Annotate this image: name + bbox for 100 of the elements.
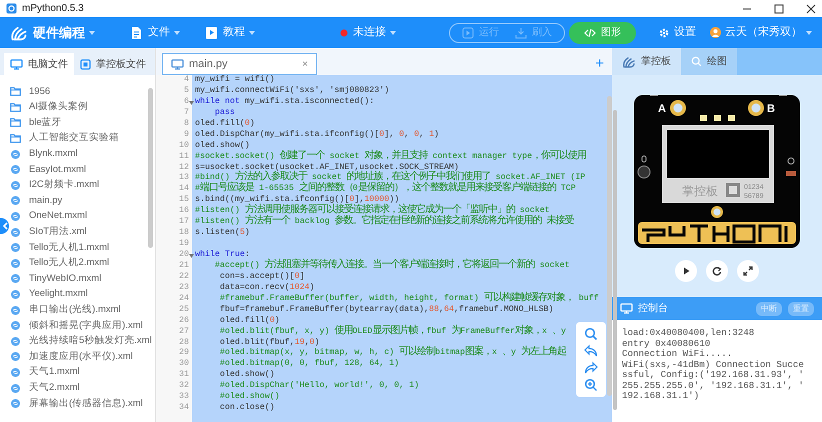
folder-icon — [10, 102, 21, 112]
file-type-icon — [11, 352, 20, 362]
add-tab-button[interactable]: + — [591, 53, 608, 76]
line-number: 8 — [184, 118, 189, 128]
line-number: 32 — [179, 381, 189, 390]
search-icon[interactable] — [584, 327, 598, 341]
file-list-item[interactable]: OneNet.mxml — [10, 208, 88, 224]
gear-icon — [658, 26, 670, 38]
collapse-button[interactable] — [0, 218, 9, 234]
file-list-item[interactable]: Blynk.mxml — [10, 146, 78, 162]
file-type-icon — [11, 290, 20, 300]
monitor-icon — [171, 58, 184, 70]
close-icon[interactable] — [806, 4, 816, 14]
file-list-item[interactable]: 天气2.mxml — [10, 380, 80, 396]
file-type-icon — [11, 258, 20, 268]
console-line: WiFi(sxs,-41dBm) Connection Succe — [622, 360, 805, 370]
file-list-item[interactable]: SIoT用法.xml — [10, 224, 86, 240]
code-line: #oled.DispChar('Hello, world!', 0, 0, 1) — [218, 381, 420, 392]
line-number: 26 — [179, 316, 189, 325]
app-icon — [6, 3, 17, 14]
console-line: entry 0x40080610 — [622, 338, 712, 349]
line-number: 30 — [179, 359, 189, 368]
file-type-icon — [11, 336, 20, 346]
code-line: while True: — [195, 250, 250, 261]
file-list-item[interactable]: 人工智能交互实验箱 — [10, 130, 119, 146]
file-list-item[interactable]: main.py — [10, 193, 62, 209]
console-title: 控制台 — [638, 302, 668, 316]
file-list-item[interactable]: 屏幕输出(传感器信息).xml — [10, 396, 143, 412]
code-line: #framebuf.FrameBuffer(buffer, width, height, format) 可以构建帧缓存对象， buff — [218, 294, 599, 305]
file-list-item[interactable]: Yeelight.mxml — [10, 286, 88, 302]
file-list-item[interactable]: Tello无人机2.mxml — [10, 256, 110, 272]
scrollbar[interactable] — [613, 110, 617, 410]
code-icon — [584, 26, 596, 38]
panel-tab[interactable]: 掌控板 — [612, 48, 681, 75]
panel-tab[interactable]: 电脑文件 — [4, 53, 74, 75]
code-line: #oled.blit(fbuf, x, y) 使用OLED显示图片帧，fbuf 为FrameBuffer对象，x 、y — [218, 326, 566, 338]
console-line: 192.168.31.1') — [622, 391, 700, 402]
line-number: 22 — [179, 272, 189, 281]
fullscreen-button[interactable] — [737, 260, 759, 282]
file-list-item[interactable]: I2C射频卡.mxml — [10, 178, 100, 194]
file-type-icon — [11, 274, 20, 284]
editor-tab[interactable]: main.py × — [162, 53, 317, 75]
file-list-item[interactable]: EasyIot.mxml — [10, 162, 86, 178]
caret-icon — [89, 30, 95, 34]
file-list-item[interactable]: 1956 — [10, 84, 50, 100]
file-list-item[interactable]: AI摄像头案例 — [10, 100, 88, 116]
maximize-icon[interactable] — [774, 4, 784, 14]
code-line: oled.blit(fbuf,19,0) — [218, 338, 320, 348]
file-list-item[interactable]: 天气1.mxml — [10, 364, 80, 380]
line-number: 16 — [179, 206, 189, 216]
undo-icon[interactable] — [584, 344, 598, 358]
zoom-in-icon[interactable] — [584, 378, 598, 392]
scrollbar[interactable] — [148, 88, 153, 248]
download-icon — [515, 26, 527, 38]
file-list-item[interactable]: ble蓝牙 — [10, 115, 62, 131]
redo-icon[interactable] — [584, 361, 598, 375]
reset-button[interactable] — [706, 260, 728, 282]
caret-icon — [174, 30, 180, 34]
line-number: 15 — [179, 195, 189, 204]
connection-menu[interactable]: 未连接 — [340, 24, 396, 41]
file-type-icon — [11, 306, 20, 315]
file-list-item[interactable]: 光线持续暗5秒触发灯亮.xml — [10, 334, 152, 350]
monitor-icon — [620, 303, 633, 314]
file-list-item[interactable]: Tello无人机1.mxml — [10, 240, 110, 256]
fold-arrow-icon[interactable] — [189, 254, 194, 258]
app-brand: 硬件编程 — [33, 24, 85, 42]
scrollbar[interactable] — [607, 96, 612, 396]
code-line: oled.show() — [218, 370, 275, 381]
line-number: 21 — [179, 260, 189, 270]
code-line: #端口号应该是 1-65535 之间的整数（0是保留的），这个整数就是用来接受客户端链接的 TCP — [195, 184, 576, 195]
code-line: oled.fill(0) — [218, 316, 280, 327]
code-line: s.bind((my_wifi.sta.ifconfig()[0],10000)) — [195, 195, 400, 204]
panel-tab[interactable]: 绘图 — [681, 48, 737, 75]
play-icon — [462, 26, 474, 38]
user-menu[interactable]: 云天（宋秀双） — [710, 24, 812, 41]
line-number: 19 — [179, 239, 189, 248]
line-number: 25 — [179, 304, 189, 314]
file-list-item[interactable]: 倾斜和摇晃(字典应用).xml — [10, 318, 143, 334]
fold-arrow-icon[interactable] — [189, 100, 194, 105]
file-type-icon — [11, 321, 20, 330]
board-logo-text: 掌控板 — [682, 184, 718, 198]
file-type-icon — [11, 150, 20, 159]
code-line: con=s.accept()[0] — [218, 272, 305, 283]
panel-tab[interactable]: 掌控板文件 — [74, 53, 152, 75]
code-line: my_wifi = wifi() — [195, 75, 275, 86]
line-number: 29 — [179, 348, 189, 358]
file-list-item[interactable]: 串口输出(光线).mxml — [10, 302, 121, 318]
line-number: 24 — [179, 294, 189, 303]
menu-item[interactable]: 文件 — [130, 24, 180, 41]
line-number: 5 — [184, 86, 189, 95]
close-tab-button[interactable]: × — [302, 56, 308, 72]
line-number: 27 — [179, 326, 189, 336]
play-button[interactable] — [675, 260, 697, 282]
file-list-item[interactable]: 加速度应用(水平仪).xml — [10, 349, 133, 365]
menu-item[interactable]: 教程 — [205, 24, 255, 41]
settings-menu[interactable]: 设置 — [658, 24, 696, 41]
file-list-item[interactable]: TinyWebIO.mxml — [10, 271, 102, 287]
window-title: mPython0.5.3 — [22, 2, 84, 16]
console-line: load:0x40080400,len:3248 — [622, 328, 756, 338]
line-number: 6 — [184, 96, 189, 106]
